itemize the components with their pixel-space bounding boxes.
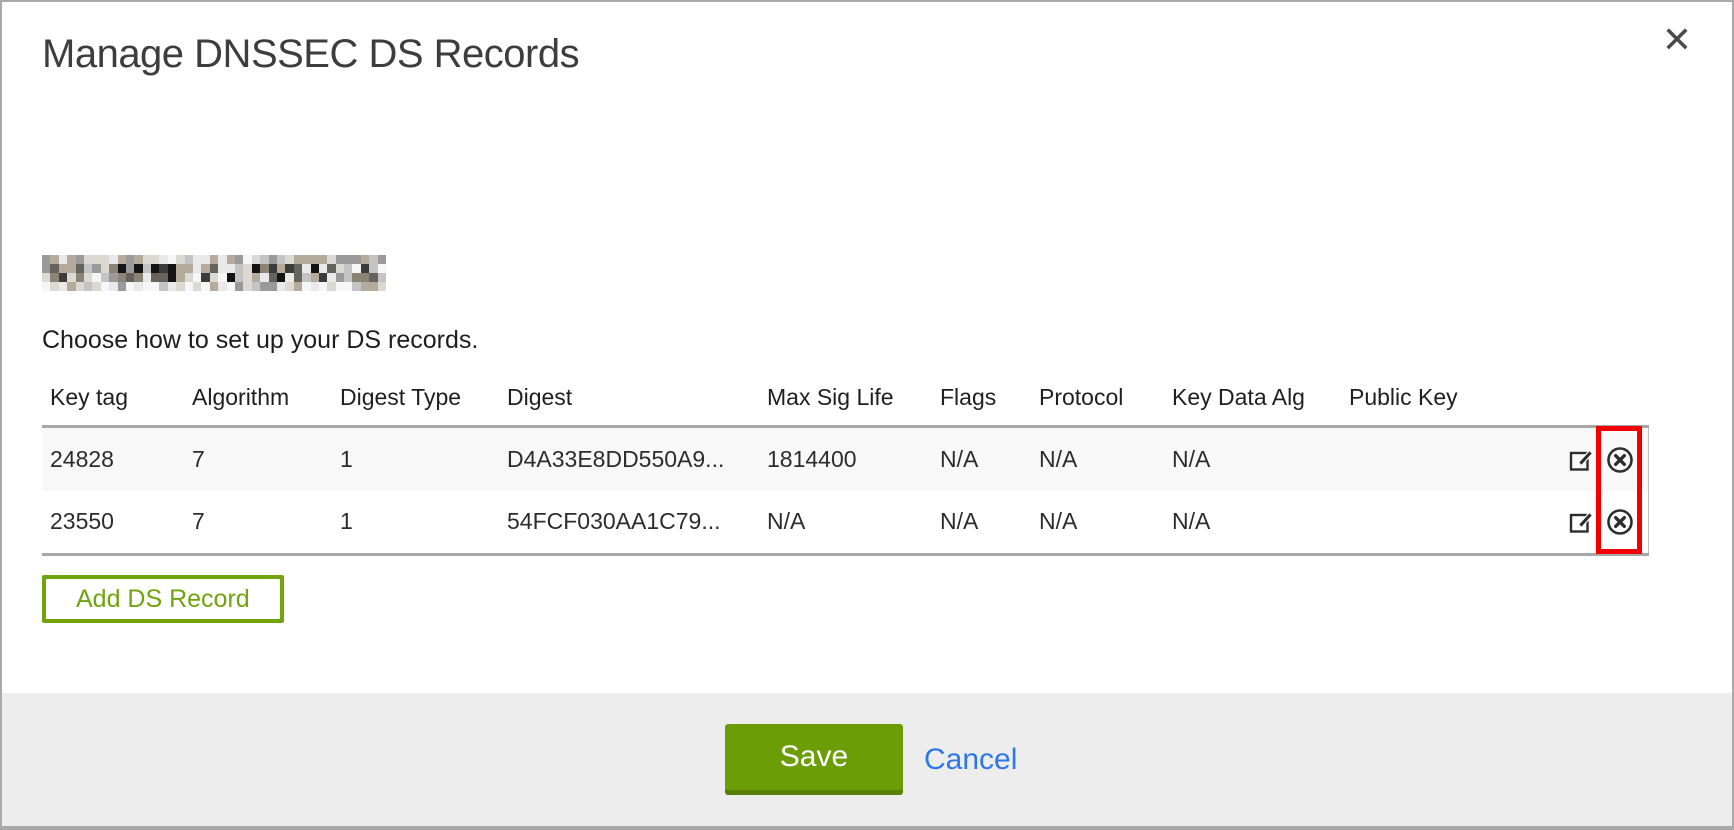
cell-key-data-alg: N/A: [1164, 427, 1341, 491]
cell-algorithm: 7: [184, 491, 332, 555]
cell-public-key: [1341, 491, 1524, 555]
col-header-digest-type: Digest Type: [332, 380, 499, 427]
table-row: 24828 7 1 D4A33E8DD550A9... 1814400 N/A …: [42, 427, 1648, 491]
col-header-algorithm: Algorithm: [184, 380, 332, 427]
cell-protocol: N/A: [1031, 491, 1164, 555]
table-row: 23550 7 1 54FCF030AA1C79... N/A N/A N/A …: [42, 491, 1648, 555]
edit-record-button[interactable]: [1568, 509, 1594, 535]
delete-record-button[interactable]: [1606, 508, 1634, 536]
manage-dnssec-ds-records-modal: Manage DNSSEC DS Records ✕ Choose how to…: [0, 0, 1734, 830]
edit-icon: [1568, 523, 1594, 538]
table-header-row: Key tag Algorithm Digest Type Digest Max…: [42, 380, 1648, 427]
delete-record-button[interactable]: [1606, 446, 1634, 474]
cell-protocol: N/A: [1031, 427, 1164, 491]
add-ds-record-button[interactable]: Add DS Record: [42, 575, 284, 623]
col-header-key-data-alg: Key Data Alg: [1164, 380, 1341, 427]
edit-icon: [1568, 461, 1594, 476]
col-header-key-tag: Key tag: [42, 380, 184, 427]
cancel-link[interactable]: Cancel: [924, 743, 1017, 777]
cell-key-tag: 23550: [42, 491, 184, 555]
cell-actions: [1524, 491, 1648, 555]
cell-flags: N/A: [932, 427, 1031, 491]
cell-actions: [1524, 427, 1648, 491]
cell-public-key: [1341, 427, 1524, 491]
col-header-protocol: Protocol: [1031, 380, 1164, 427]
cell-digest-type: 1: [332, 491, 499, 555]
col-header-digest: Digest: [499, 380, 759, 427]
cell-digest-type: 1: [332, 427, 499, 491]
cell-max-sig-life: 1814400: [759, 427, 932, 491]
col-header-actions: [1524, 380, 1648, 427]
cell-flags: N/A: [932, 491, 1031, 555]
circle-x-icon: [1606, 462, 1634, 477]
cell-digest: D4A33E8DD550A9...: [499, 427, 759, 491]
cell-key-tag: 24828: [42, 427, 184, 491]
circle-x-icon: [1606, 524, 1634, 539]
close-icon[interactable]: ✕: [1662, 22, 1692, 58]
modal-footer: Save Cancel: [2, 693, 1732, 826]
col-header-public-key: Public Key: [1341, 380, 1524, 427]
cell-digest: 54FCF030AA1C79...: [499, 491, 759, 555]
cell-key-data-alg: N/A: [1164, 491, 1341, 555]
save-button[interactable]: Save: [725, 724, 903, 795]
page-title: Manage DNSSEC DS Records: [42, 32, 579, 77]
intro-text: Choose how to set up your DS records.: [42, 326, 478, 355]
col-header-flags: Flags: [932, 380, 1031, 427]
cell-algorithm: 7: [184, 427, 332, 491]
edit-record-button[interactable]: [1568, 447, 1594, 473]
ds-records-table: Key tag Algorithm Digest Type Digest Max…: [42, 380, 1649, 556]
col-header-max-sig-life: Max Sig Life: [759, 380, 932, 427]
redacted-domain-name: [42, 255, 387, 291]
cell-max-sig-life: N/A: [759, 491, 932, 555]
